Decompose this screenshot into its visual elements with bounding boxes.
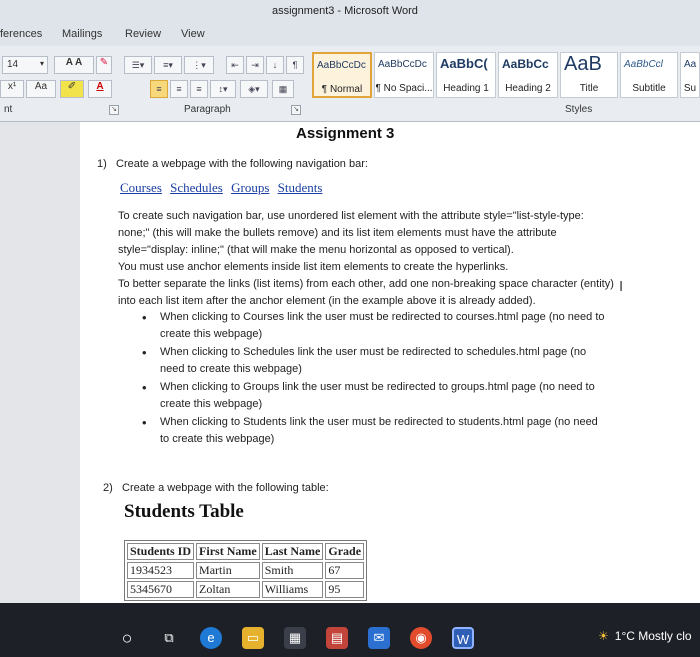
list-item: When clicking to Courses link the user m… xyxy=(140,309,610,343)
align-center-icon[interactable]: ≡ xyxy=(170,80,188,98)
change-case-button[interactable]: Aa xyxy=(26,80,56,98)
table-cell: 1934523 xyxy=(127,562,195,579)
edge-browser-icon[interactable]: e xyxy=(200,627,222,649)
borders-icon[interactable]: ▦ xyxy=(272,80,294,98)
style-no-spacing[interactable]: AaBbCcDc ¶ No Spaci... xyxy=(374,52,434,98)
table-header-cell: Last Name xyxy=(261,543,324,560)
search-icon[interactable]: ○ xyxy=(116,627,138,649)
item-1-text: Create a webpage with the following navi… xyxy=(116,158,368,170)
style-heading-1[interactable]: AaBbC( Heading 1 xyxy=(436,52,496,98)
office-icon[interactable]: ▤ xyxy=(326,627,348,649)
item-1-number: 1) xyxy=(97,158,107,170)
link-schedules[interactable]: Schedules xyxy=(170,180,223,195)
weather-widget[interactable]: ☀ 1°C Mostly clo xyxy=(598,629,692,643)
clear-formatting-icon[interactable]: ✎ xyxy=(96,56,112,74)
align-right-icon[interactable]: ≡ xyxy=(190,80,208,98)
task-view-icon[interactable]: ⧉ xyxy=(158,627,180,649)
title-bar: assignment3 - Microsoft Word xyxy=(0,0,700,24)
style-subtle[interactable]: Aa Su xyxy=(680,52,700,98)
paragraph-dialog-launcher-icon[interactable]: ↘ xyxy=(291,105,301,115)
ribbon: 14 ▾ A A ✎ x¹ Aa ✐ A nt ↘ ☰▾ ≡▾ ⋮▾ ⇤ ⇥ ↓ … xyxy=(0,46,700,122)
table-cell: 5345670 xyxy=(127,581,195,598)
sample-navigation-bar: Courses Schedules Groups Students xyxy=(120,180,327,196)
font-group-label: nt xyxy=(4,104,13,115)
align-left-icon[interactable]: ≡ xyxy=(150,80,168,98)
tab-review[interactable]: Review xyxy=(125,28,161,40)
decrease-indent-icon[interactable]: ⇤ xyxy=(226,56,244,74)
instructions: To create such navigation bar, use unord… xyxy=(118,208,618,310)
weather-icon: ☀ xyxy=(598,629,609,643)
table-cell: Williams xyxy=(261,581,324,598)
table-cell: Smith xyxy=(261,562,324,579)
instructions-paragraph-1: To create such navigation bar, use unord… xyxy=(118,210,584,256)
numbering-icon[interactable]: ≡▾ xyxy=(154,56,182,74)
table-cell: 95 xyxy=(325,581,365,598)
item-2-number: 2) xyxy=(103,482,113,494)
increase-indent-icon[interactable]: ⇥ xyxy=(246,56,264,74)
grow-shrink-font-button[interactable]: A A xyxy=(54,56,94,74)
list-item: When clicking to Groups link the user mu… xyxy=(140,379,610,413)
bullets-icon[interactable]: ☰▾ xyxy=(124,56,152,74)
taskbar: ○ ⧉ e ▭ ▦ ▤ ✉ ◉ W ☀ 1°C Mostly clo xyxy=(0,603,700,657)
shading-icon[interactable]: ◈▾ xyxy=(240,80,268,98)
window-title: assignment3 - Microsoft Word xyxy=(272,5,418,17)
list-item: When clicking to Schedules link the user… xyxy=(140,344,610,378)
text-cursor-icon: I xyxy=(619,278,624,295)
table-cell: Martin xyxy=(196,562,260,579)
table-header-cell: Grade xyxy=(325,543,365,560)
table-title: Students Table xyxy=(124,501,244,522)
table-header-cell: Students ID xyxy=(127,543,195,560)
style-title[interactable]: AaB Title xyxy=(560,52,618,98)
chevron-down-icon: ▾ xyxy=(39,59,44,68)
link-students[interactable]: Students xyxy=(278,180,323,195)
sort-icon[interactable]: ↓ xyxy=(266,56,284,74)
table-header-cell: First Name xyxy=(196,543,260,560)
style-normal[interactable]: AaBbCcDc ¶ Normal xyxy=(312,52,372,98)
link-courses[interactable]: Courses xyxy=(120,180,162,195)
tab-mailings[interactable]: Mailings xyxy=(62,28,102,40)
bullet-list: When clicking to Courses link the user m… xyxy=(140,309,610,449)
multilevel-list-icon[interactable]: ⋮▾ xyxy=(184,56,214,74)
store-icon[interactable]: ▦ xyxy=(284,627,306,649)
font-dialog-launcher-icon[interactable]: ↘ xyxy=(109,105,119,115)
paragraph-group-label: Paragraph xyxy=(184,104,231,115)
ribbon-tabs: ferences Mailings Review View xyxy=(0,24,700,46)
chrome-icon[interactable]: ◉ xyxy=(410,627,432,649)
instructions-paragraph-2: You must use anchor elements inside list… xyxy=(118,261,509,273)
show-formatting-icon[interactable]: ¶ xyxy=(286,56,304,74)
style-heading-2[interactable]: AaBbCc Heading 2 xyxy=(498,52,558,98)
word-icon[interactable]: W xyxy=(452,627,474,649)
mail-icon[interactable]: ✉ xyxy=(368,627,390,649)
font-color-button[interactable]: A xyxy=(88,80,112,98)
superscript-button[interactable]: x¹ xyxy=(0,80,24,98)
table-row: 5345670 Zoltan Williams 95 xyxy=(127,581,365,598)
style-subtitle[interactable]: AaBbCcl Subtitle xyxy=(620,52,678,98)
table-header-row: Students ID First Name Last Name Grade xyxy=(127,543,365,560)
table-cell: 67 xyxy=(325,562,365,579)
tab-view[interactable]: View xyxy=(181,28,205,40)
styles-group-label: Styles xyxy=(565,104,593,115)
table-row: 1934523 Martin Smith 67 xyxy=(127,562,365,579)
instructions-paragraph-3: To better separate the links (list items… xyxy=(118,278,614,307)
tab-references[interactable]: ferences xyxy=(0,28,42,40)
font-size-select[interactable]: 14 ▾ xyxy=(2,56,48,74)
list-item: When clicking to Students link the user … xyxy=(140,414,610,448)
document-heading: Assignment 3 xyxy=(296,125,395,142)
line-spacing-icon[interactable]: ↕▾ xyxy=(210,80,236,98)
students-table: Students ID First Name Last Name Grade 1… xyxy=(124,540,368,601)
file-explorer-icon[interactable]: ▭ xyxy=(242,627,264,649)
table-cell: Zoltan xyxy=(196,581,260,598)
highlight-color-icon[interactable]: ✐ xyxy=(60,80,84,98)
item-2-text: Create a webpage with the following tabl… xyxy=(122,482,329,494)
link-groups[interactable]: Groups xyxy=(231,180,269,195)
